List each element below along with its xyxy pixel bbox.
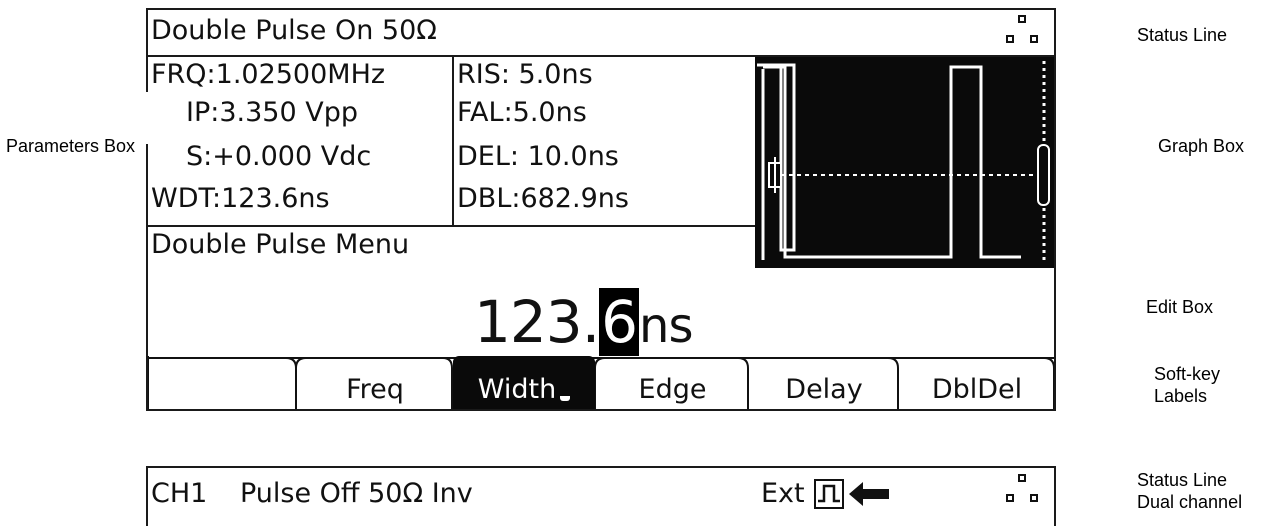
params-column-divider — [452, 57, 454, 227]
softkey-width-label: Width — [477, 374, 557, 405]
channel-label: CH1 — [151, 478, 208, 509]
edit-unit: ns — [639, 298, 693, 354]
arrow-left-icon — [849, 482, 889, 506]
edit-cursor-digit[interactable]: 6 — [599, 288, 640, 356]
status2-text: Pulse Off 50Ω Inv — [240, 478, 473, 509]
graph-box-annotation: Graph Box — [1158, 136, 1245, 156]
softkey-labels-annotation: Soft-key Labels — [1154, 363, 1220, 407]
params-bottom-divider — [148, 225, 755, 227]
status-dual-annotation: Status Line Dual channel — [1137, 469, 1242, 513]
softkey-delay[interactable]: Delay — [750, 356, 898, 409]
graph-box — [755, 57, 1054, 268]
status-line: Double Pulse On 50Ω — [148, 10, 1054, 57]
edit-box[interactable]: 123.6ns — [474, 288, 693, 356]
pulse-waveform — [757, 61, 1050, 264]
softkey-edge[interactable]: Edge — [597, 356, 748, 409]
param-fall[interactable]: FAL:5.0ns — [457, 97, 587, 128]
softkey-1[interactable] — [148, 356, 296, 409]
softkey-delay-label: Delay — [785, 374, 863, 405]
status-text: Double Pulse On 50Ω — [151, 15, 437, 46]
params-mask — [146, 92, 184, 144]
submenu-indicator-icon — [560, 396, 571, 401]
softkey-edge-label: Edge — [638, 374, 707, 405]
softkey-annotation-line2: Labels — [1154, 386, 1208, 406]
status-line-dual-channel: CH1 Pulse Off 50Ω Inv Ext — [146, 466, 1056, 526]
edit-value-prefix: 123. — [474, 288, 600, 356]
softkey-labels: Freq Width Edge Delay DblDel — [148, 356, 1054, 409]
edit-box-annotation: Edit Box — [1146, 297, 1214, 317]
param-double-delay[interactable]: DBL:682.9ns — [457, 183, 629, 214]
param-offset[interactable]: S:+0.000 Vdc — [186, 141, 371, 172]
softkey-freq[interactable]: Freq — [298, 356, 452, 409]
channel-layout-icon-2 — [1006, 474, 1040, 506]
softkey-dbldel-label: DblDel — [931, 374, 1023, 405]
channel-layout-icon — [1006, 15, 1040, 47]
param-frequency[interactable]: FRQ:1.02500MHz — [151, 59, 385, 90]
softkey-width[interactable]: Width — [453, 356, 595, 409]
param-delay[interactable]: DEL: 10.0ns — [457, 141, 619, 172]
status-line-annotation: Status Line — [1137, 25, 1228, 45]
menu-title: Double Pulse Menu — [151, 229, 410, 260]
softkey-freq-label: Freq — [346, 374, 404, 405]
parameters-box: FRQ:1.02500MHz IP:3.350 Vpp S:+0.000 Vdc… — [148, 57, 755, 227]
param-width[interactable]: WDT:123.6ns — [151, 183, 330, 214]
softkey-dbldel[interactable]: DblDel — [900, 356, 1054, 409]
status-dual-annotation-line1: Status Line — [1137, 470, 1228, 490]
param-amplitude[interactable]: IP:3.350 Vpp — [186, 97, 358, 128]
param-rise[interactable]: RIS: 5.0ns — [457, 59, 593, 90]
softkey-annotation-line1: Soft-key — [1154, 364, 1221, 384]
lcd-display: Double Pulse On 50Ω FRQ:1.02500MHz IP:3.… — [146, 8, 1056, 411]
ext-label: Ext — [761, 478, 805, 509]
pulse-waveform-icon — [814, 479, 844, 509]
parameters-box-annotation: Parameters Box — [6, 136, 136, 156]
status-dual-annotation-line2: Dual channel — [1137, 492, 1243, 512]
